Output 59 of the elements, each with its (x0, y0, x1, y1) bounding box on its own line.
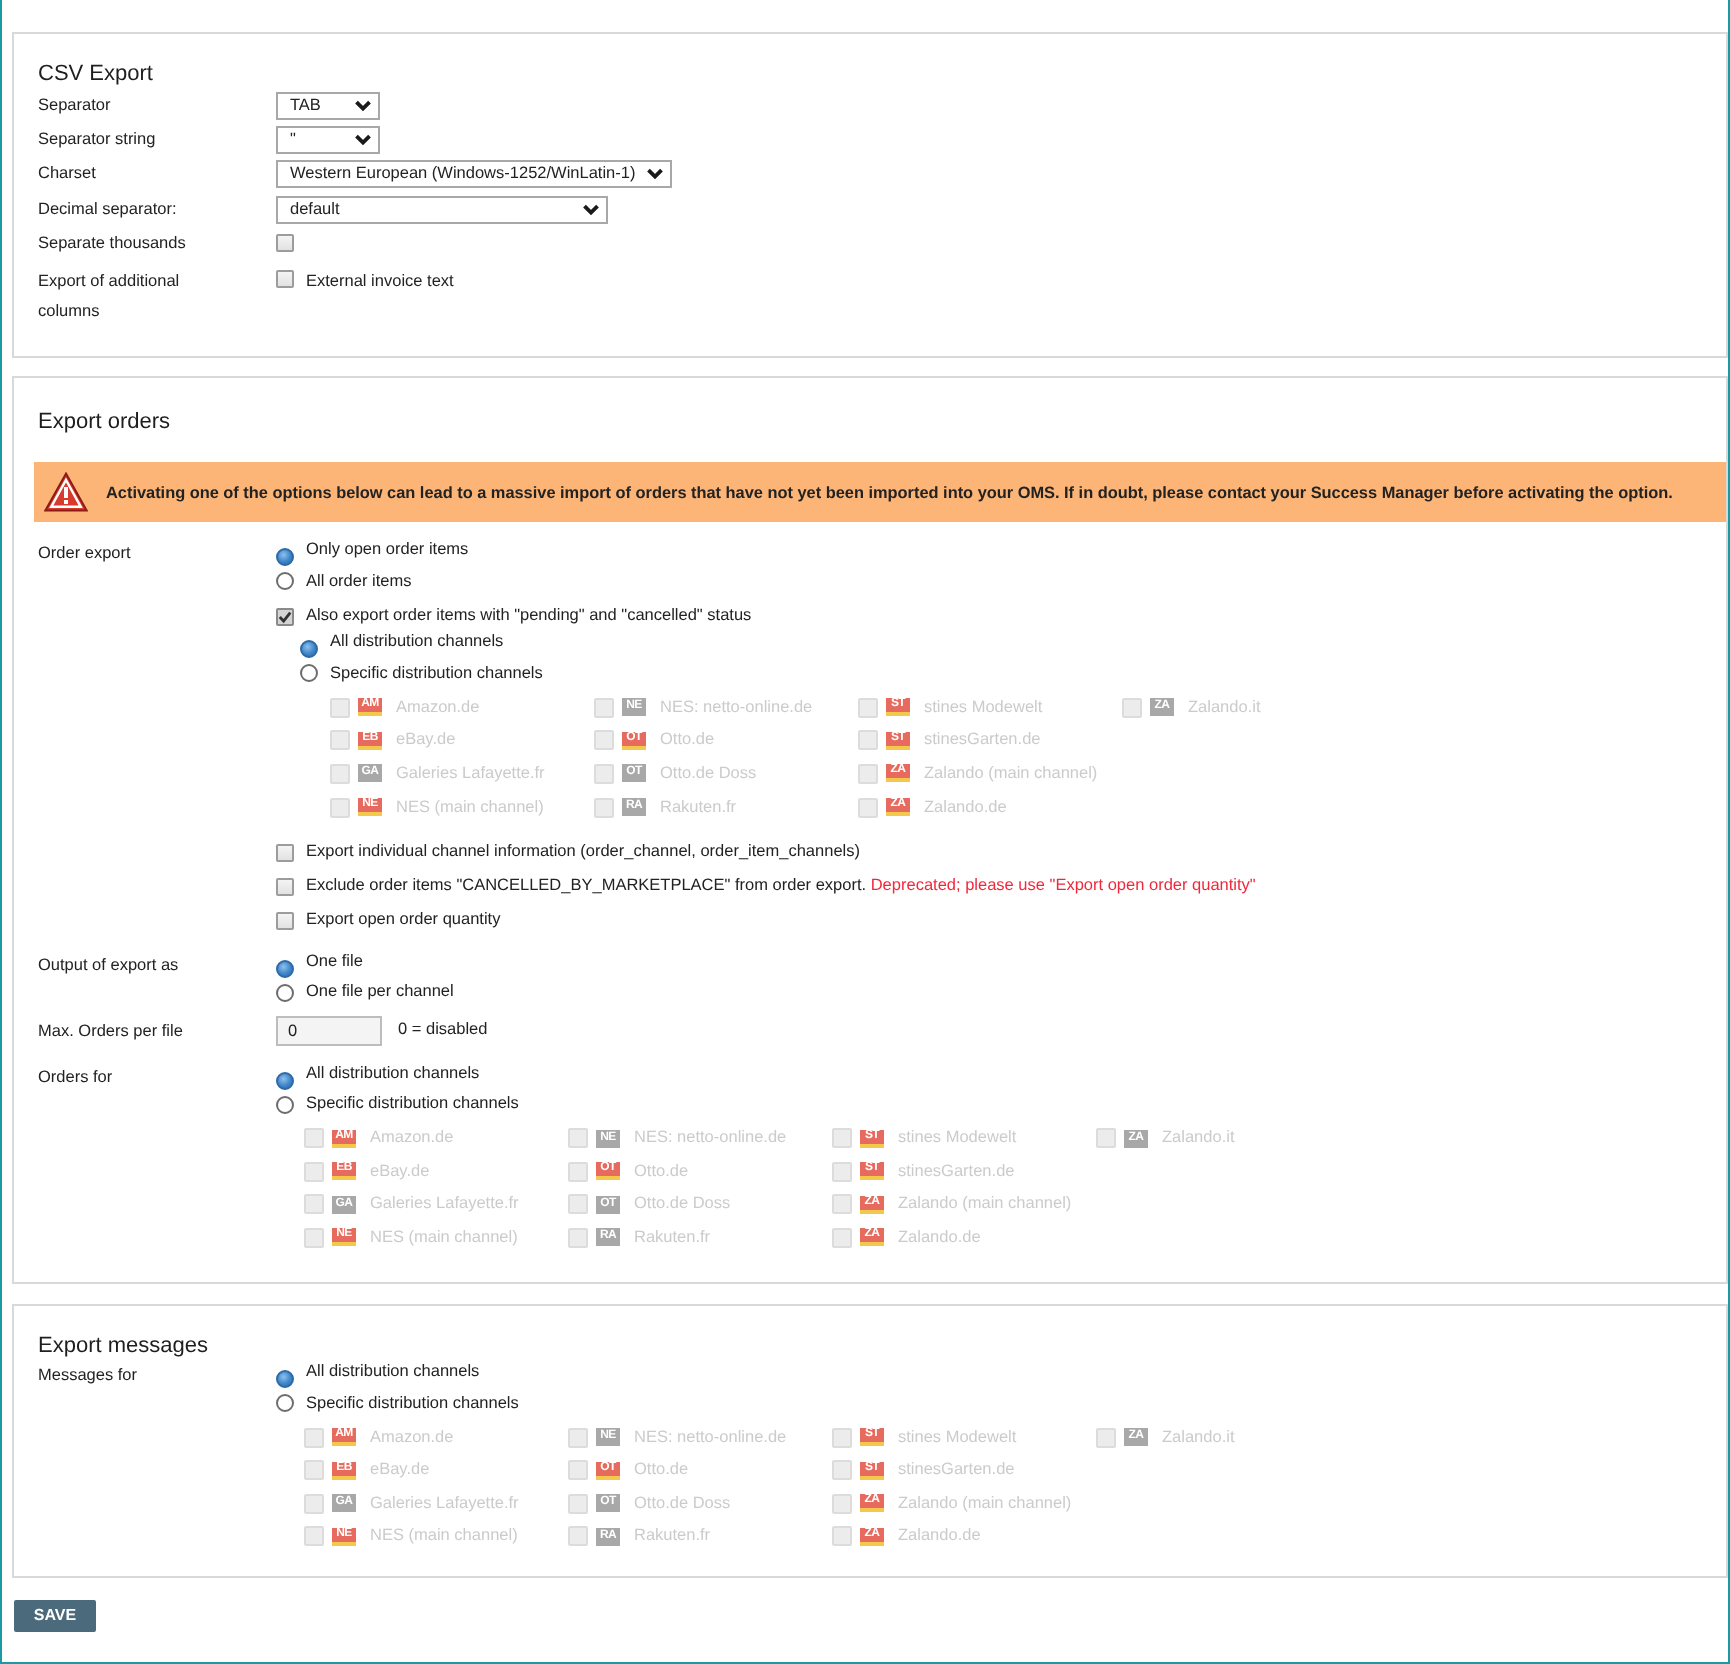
radio-button[interactable] (276, 1394, 294, 1413)
radio-label[interactable]: All distribution channels (306, 1061, 480, 1084)
radio-label[interactable]: One file (306, 949, 363, 972)
section-title: Export messages (38, 1332, 208, 1361)
chevron-down-icon (645, 168, 664, 181)
warning-text: Activating one of the options below can lead to a massive import of orders that have not yet been imported into your OMS. If in doubt, please contact your Success Manager before activating the option. (106, 481, 1673, 504)
radio-button[interactable] (300, 664, 318, 683)
checkbox[interactable] (276, 270, 294, 289)
field-label: Output of export as (38, 953, 179, 978)
checkbox[interactable] (276, 877, 294, 896)
checkbox-label[interactable]: Exclude order items "CANCELLED_BY_MARKETPLACE" from order export. Deprecated; please use "Export open order quantity" (306, 874, 1256, 899)
dropdown[interactable]: TAB (276, 91, 380, 120)
dropdown[interactable]: default (276, 195, 608, 224)
save-button[interactable]: SAVE (14, 1599, 96, 1632)
hint-text: 0 = disabled (398, 1018, 488, 1043)
radio-button[interactable] (300, 640, 318, 659)
section-title: Export orders (38, 408, 171, 439)
field-label: Decimal separator: (38, 197, 177, 222)
radio-label[interactable]: All order items (306, 569, 412, 594)
warning-icon (44, 472, 88, 513)
field-label: Separate thousands (38, 231, 186, 256)
radio-label[interactable]: Specific distribution channels (306, 1092, 519, 1117)
checkmark-icon (278, 609, 292, 624)
checkbox[interactable] (276, 234, 294, 253)
field-label: Charset (38, 162, 96, 187)
checkbox-label[interactable]: External invoice text (306, 270, 454, 295)
checkbox-label[interactable]: Export individual channel information (order_channel, order_item_channels) (306, 840, 860, 865)
field-label: Order export (38, 542, 131, 567)
checkbox[interactable] (276, 607, 294, 626)
radio-button[interactable] (276, 548, 294, 567)
field-label: Orders for (38, 1065, 113, 1090)
field-label: Max. Orders per file (38, 1019, 183, 1044)
field-label: Messages for (38, 1364, 138, 1389)
dropdown[interactable]: Western European (Windows-1252/WinLatin-1) (276, 160, 672, 189)
checkbox-label[interactable]: Also export order items with "pending" and "cancelled" status (306, 604, 752, 629)
chevron-down-icon (582, 203, 600, 216)
radio-button[interactable] (276, 959, 294, 978)
checkbox-label[interactable]: Export open order quantity (306, 908, 501, 933)
radio-label[interactable]: Specific distribution channels (330, 661, 543, 686)
checkbox[interactable] (276, 843, 294, 862)
radio-label[interactable]: One file per channel (306, 980, 454, 1005)
field-label: Separator string (38, 127, 156, 152)
radio-label[interactable]: All distribution channels (306, 1360, 480, 1383)
dropdown[interactable]: " (276, 125, 380, 154)
radio-label[interactable]: Specific distribution channels (306, 1391, 519, 1416)
radio-button[interactable] (276, 1095, 294, 1114)
checkbox[interactable] (276, 911, 294, 930)
field-label: Separator (38, 93, 111, 118)
section-title: CSV Export (38, 60, 153, 88)
chevron-down-icon (354, 99, 372, 112)
radio-button[interactable] (276, 983, 294, 1002)
radio-button[interactable] (276, 572, 294, 591)
field-label: Export of additional columns (38, 270, 182, 325)
radio-label[interactable]: All distribution channels (330, 630, 504, 653)
chevron-down-icon (354, 133, 372, 146)
radio-label[interactable]: Only open order items (306, 538, 469, 561)
radio-button[interactable] (276, 1071, 294, 1090)
radio-button[interactable] (276, 1370, 294, 1389)
number-field[interactable]: 0 (276, 1015, 382, 1046)
